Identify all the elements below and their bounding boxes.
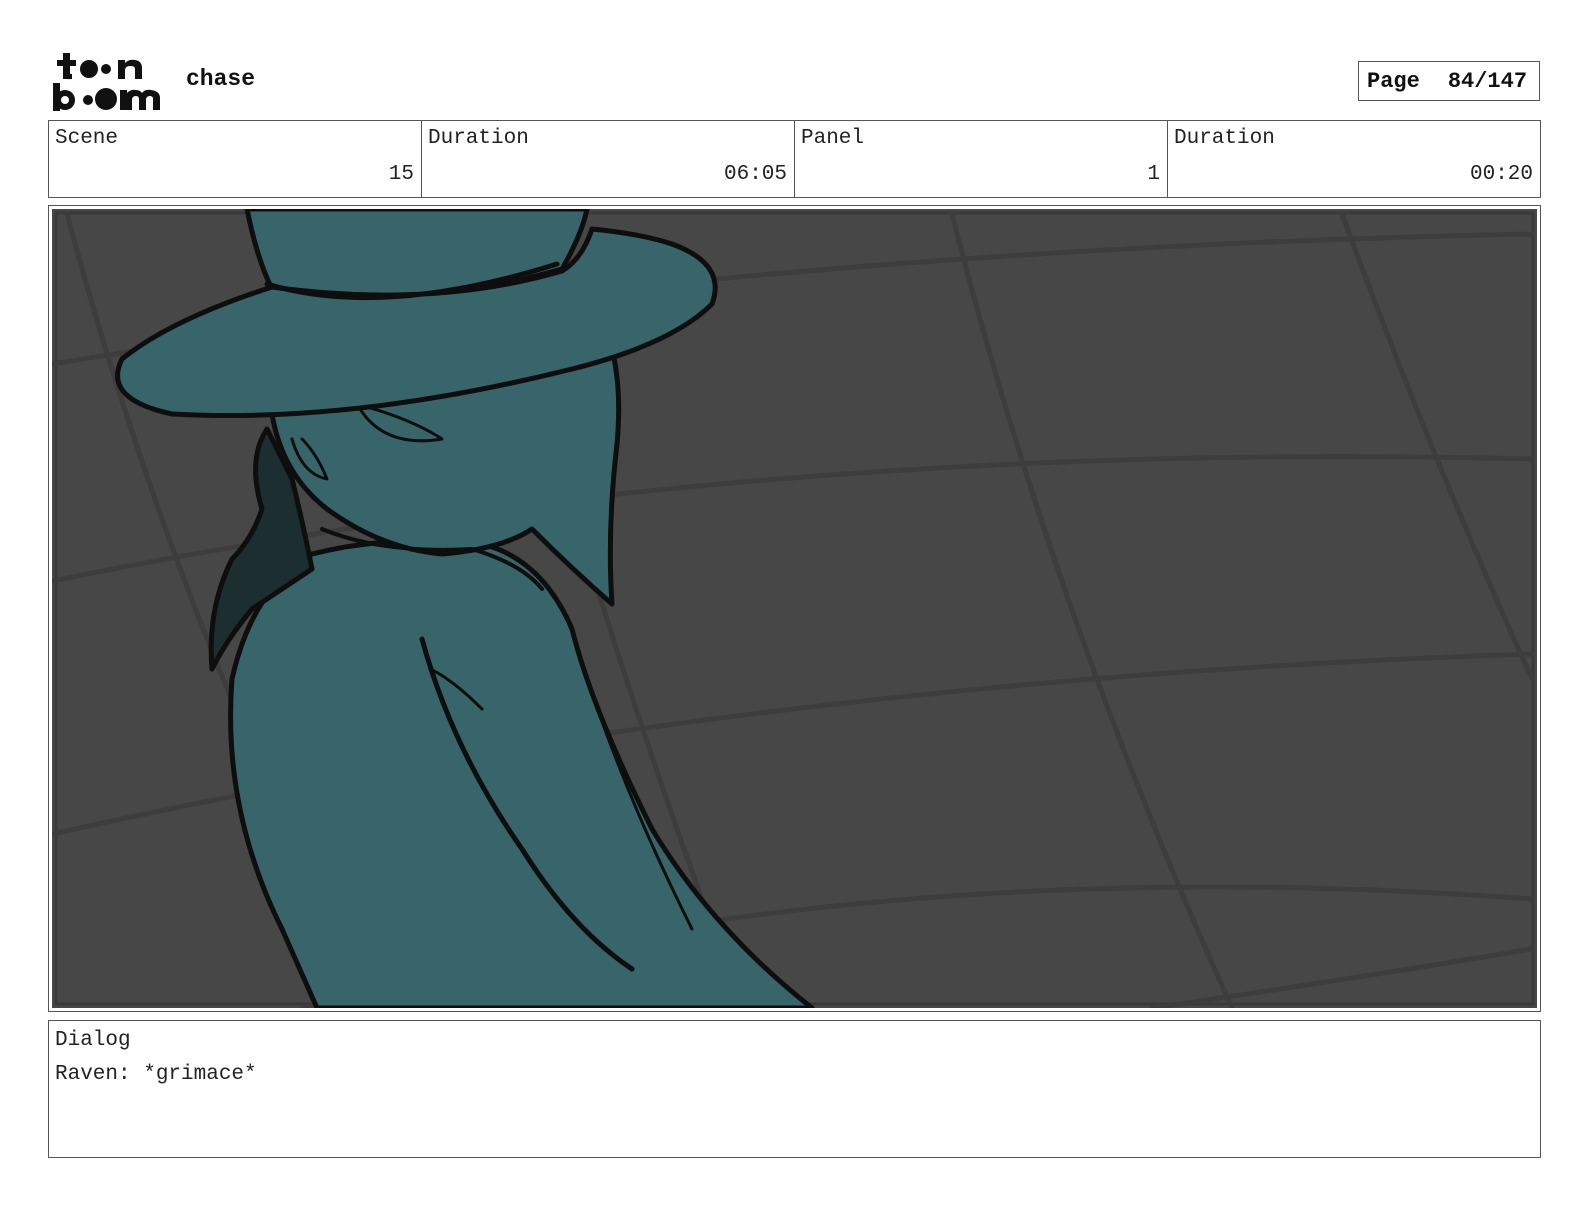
scene-value: 15	[388, 163, 414, 186]
panel-drawing	[52, 209, 1537, 1008]
page-number: 84/147	[1447, 68, 1528, 94]
dialog-text: Raven: *grimace*	[55, 1063, 257, 1086]
page-indicator: Page 84/147	[1358, 61, 1540, 101]
panel-label: Panel	[801, 127, 865, 150]
panel-info-row: Scene 15 Duration 06:05 Panel 1 Duration…	[48, 120, 1541, 198]
dialog-box: Dialog Raven: *grimace*	[48, 1020, 1541, 1158]
scene-cell: Scene 15	[49, 121, 422, 197]
panel-duration-label: Duration	[1174, 127, 1275, 150]
toonboom-logo	[53, 53, 160, 111]
storyboard-panel	[48, 205, 1541, 1012]
dialog-label: Dialog	[55, 1029, 131, 1052]
panel-duration-cell: Duration 00:20	[1168, 121, 1540, 197]
project-title: chase	[186, 66, 256, 92]
panel-value: 1	[1147, 163, 1160, 186]
scene-duration-value: 06:05	[723, 163, 787, 186]
panel-cell: Panel 1	[795, 121, 1168, 197]
panel-duration-value: 00:20	[1469, 163, 1533, 186]
page-label: Page	[1367, 68, 1420, 94]
scene-duration-cell: Duration 06:05	[422, 121, 795, 197]
scene-duration-label: Duration	[428, 127, 529, 150]
scene-label: Scene	[55, 127, 119, 150]
